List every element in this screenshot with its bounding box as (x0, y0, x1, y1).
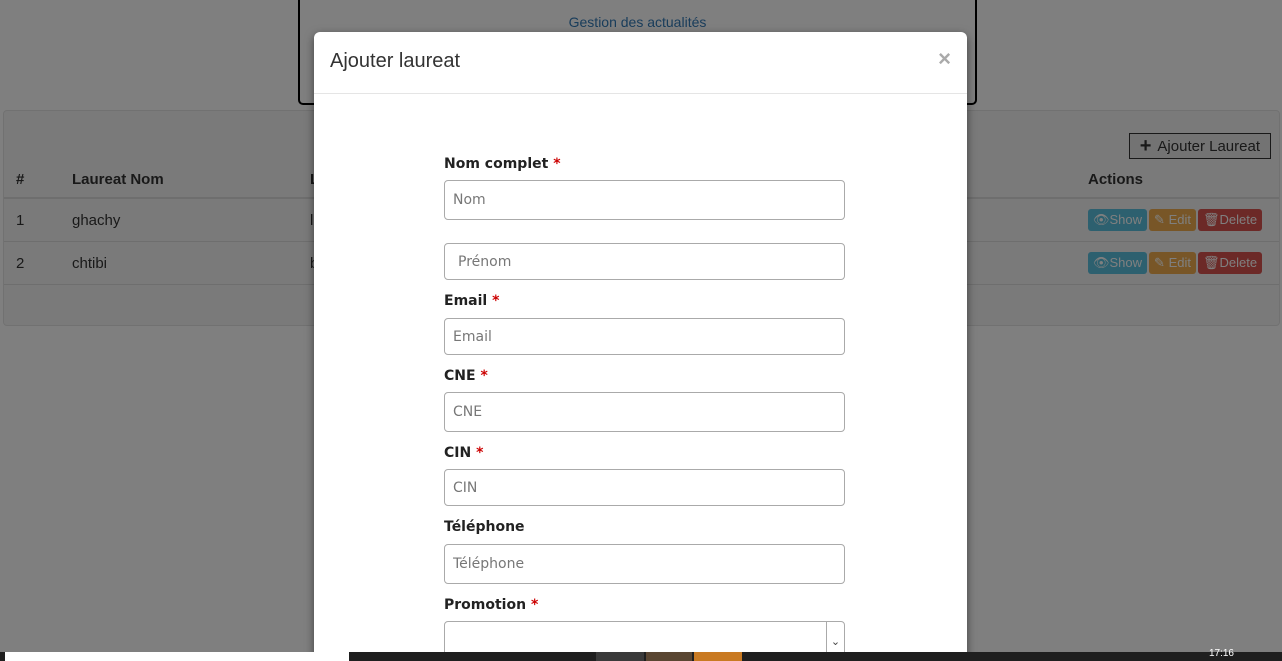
taskbar-clock: 17:16 (1208, 648, 1234, 659)
telephone-label: Téléphone (444, 519, 525, 535)
taskbar: 17:16 (0, 648, 1282, 661)
cne-input[interactable] (444, 392, 845, 432)
email-input[interactable] (444, 318, 845, 355)
nom-label: Nom complet * (444, 156, 561, 172)
taskbar-search[interactable] (5, 652, 349, 661)
cin-input[interactable] (444, 469, 845, 506)
promotion-label: Promotion * (444, 597, 539, 613)
add-laureat-modal: Ajouter laureat × Nom complet * Email * … (314, 32, 967, 661)
nom-input[interactable] (444, 180, 845, 220)
modal-header: Ajouter laureat × (314, 32, 967, 94)
taskbar-app-button[interactable] (694, 652, 742, 661)
cne-label: CNE * (444, 368, 488, 384)
prenom-input[interactable] (444, 243, 845, 280)
taskbar-app-button[interactable] (646, 652, 692, 661)
cin-label: CIN * (444, 445, 484, 461)
modal-title: Ajouter laureat (330, 50, 461, 72)
taskbar-app-button[interactable] (596, 652, 644, 661)
close-icon[interactable]: × (938, 46, 951, 72)
email-label: Email * (444, 293, 500, 309)
telephone-input[interactable] (444, 544, 845, 584)
